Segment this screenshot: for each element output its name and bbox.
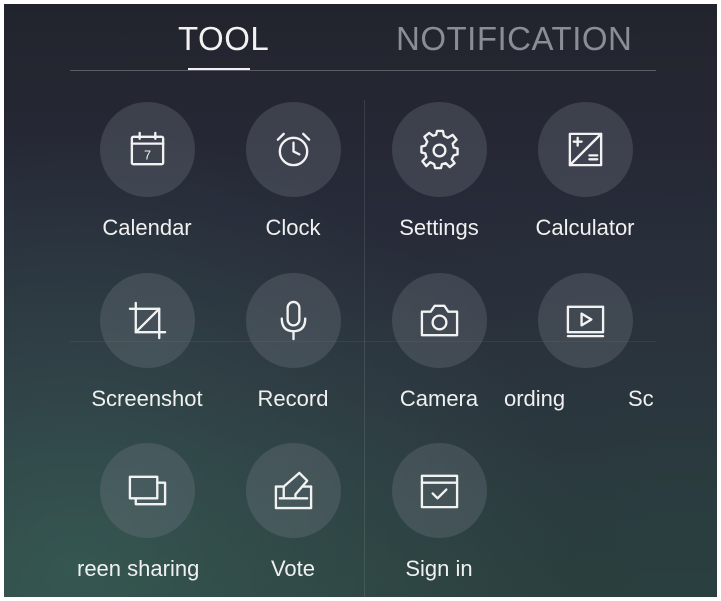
calendar-icon: 7 [130,131,165,166]
record-button[interactable] [246,273,341,368]
vote-button[interactable] [246,443,341,538]
screen-recording-button[interactable] [538,273,633,368]
calendar-day: 7 [144,148,151,162]
screenshot-button[interactable] [100,273,195,368]
camera-icon [420,304,459,337]
calendar-button[interactable]: 7 [100,102,195,197]
alarm-clock-icon [276,132,311,167]
camera-button[interactable] [392,273,487,368]
calculator-icon [568,132,603,167]
sign-in-button[interactable] [392,443,487,538]
sign-in-icon [420,474,459,509]
tab-bar: TOOL NOTIFICATION [4,4,717,74]
tab-tool[interactable]: TOOL [178,20,269,58]
tab-divider [70,70,656,71]
tool-sign-in[interactable]: Sign in [364,443,514,593]
tool-camera[interactable]: Camera [364,273,514,423]
tool-calculator[interactable]: Calculator [510,102,660,252]
calculator-label: Calculator [535,215,635,240]
microphone-icon [280,300,307,341]
gear-icon [420,129,459,170]
calculator-button[interactable] [538,102,633,197]
tab-notification[interactable]: NOTIFICATION [396,20,632,58]
vote-icon [274,471,313,510]
screen-share-icon [128,475,167,506]
crop-icon [128,301,167,340]
screen-sharing-button[interactable] [100,443,195,538]
tool-panel: TOOL NOTIFICATION 7 Calendar Clock Setti… [4,4,717,597]
settings-button[interactable] [392,102,487,197]
screen-record-icon [566,305,605,338]
screen-sharing-label: reen sharing [77,556,200,581]
clock-button[interactable] [246,102,341,197]
next-page-tool-label: Sc [628,386,654,411]
sign-in-label: Sign in [405,556,473,581]
